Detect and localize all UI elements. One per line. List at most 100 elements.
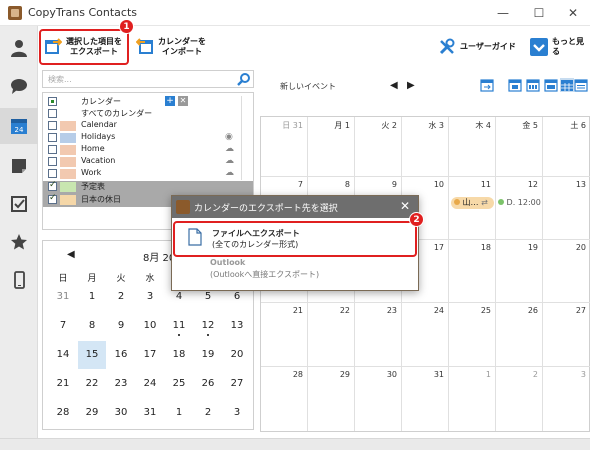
mini-day[interactable]: 24 [136, 373, 164, 395]
list-item-selected[interactable]: 予定表 [43, 180, 253, 194]
mini-day[interactable]: 3 [136, 286, 164, 308]
mini-day[interactable]: 30 [107, 402, 135, 424]
calendar-event[interactable]: 山… ⇄ [451, 197, 494, 209]
mini-day[interactable]: 8 [78, 315, 106, 337]
add-calendar-icon[interactable]: + [165, 96, 175, 106]
day-cell[interactable]: 13 [543, 177, 590, 240]
mini-day[interactable]: 17 [136, 344, 164, 366]
day-cell[interactable]: 21 [261, 303, 308, 367]
prev-period-button[interactable]: ◀ [390, 80, 398, 91]
day-cell[interactable]: 29 [308, 367, 355, 431]
sidebar-item-calendar[interactable]: 24 [0, 108, 38, 144]
mini-day[interactable]: 7 [49, 315, 77, 337]
day-cell[interactable]: 19 [496, 240, 543, 303]
checkbox[interactable] [48, 145, 57, 154]
dialog-close-button[interactable]: ✕ [400, 199, 410, 213]
more-button[interactable]: もっと見る [530, 32, 590, 62]
sidebar-item-favorites[interactable] [0, 224, 38, 260]
workweek-view-icon[interactable] [544, 78, 558, 92]
day-cell[interactable]: 水 3 [402, 117, 449, 177]
day-cell[interactable]: 12 D. 12:00 [496, 177, 543, 240]
day-cell[interactable]: 23 [355, 303, 402, 367]
list-item[interactable]: Home ☁ [43, 144, 253, 156]
mini-day[interactable]: 25 [165, 373, 193, 395]
close-button[interactable]: ✕ [558, 3, 588, 23]
mini-day[interactable]: 31 [136, 402, 164, 424]
next-period-button[interactable]: ▶ [407, 80, 415, 91]
list-item-all[interactable]: すべてのカレンダー [43, 108, 253, 120]
day-cell[interactable]: 30 [355, 367, 402, 431]
mini-day[interactable]: 13 [223, 315, 251, 337]
mini-day[interactable]: 9 [107, 315, 135, 337]
checkbox[interactable] [48, 121, 57, 130]
day-cell[interactable]: 26 [496, 303, 543, 367]
checkbox[interactable] [48, 109, 57, 118]
list-item[interactable]: Calendar [43, 120, 253, 132]
mini-day-with-event[interactable]: 12 [194, 315, 222, 337]
day-cell[interactable]: 3 [543, 367, 590, 431]
mini-day[interactable]: 2 [107, 286, 135, 308]
today-view-icon[interactable] [480, 78, 494, 92]
checkbox[interactable] [48, 133, 57, 142]
user-guide-button[interactable]: ユーザーガイド [438, 32, 516, 62]
calendar-event[interactable]: D. 12:00 [498, 197, 542, 209]
mini-day[interactable]: 26 [194, 373, 222, 395]
search-box[interactable]: 検索... [42, 70, 254, 88]
sidebar-item-contacts[interactable] [0, 30, 38, 66]
list-item[interactable]: Work ☁ [43, 168, 253, 180]
day-cell[interactable]: 11 山… ⇄ [449, 177, 496, 240]
day-cell[interactable]: 日 31 [261, 117, 308, 177]
mini-day[interactable]: 21 [49, 373, 77, 395]
day-cell[interactable]: 31 [402, 367, 449, 431]
mini-day[interactable]: 3 [223, 402, 251, 424]
import-calendar-button[interactable]: カレンダーを インポート [136, 32, 206, 62]
checkbox-checked[interactable] [48, 193, 57, 204]
day-cell[interactable]: 土 6 [543, 117, 590, 177]
day-cell[interactable]: 金 5 [496, 117, 543, 177]
sidebar-item-device[interactable] [0, 262, 38, 298]
day-cell[interactable]: 22 [308, 303, 355, 367]
day-view-icon[interactable] [508, 78, 522, 92]
mini-day[interactable]: 22 [78, 373, 106, 395]
day-cell[interactable]: 火 2 [355, 117, 402, 177]
mini-day[interactable]: 16 [107, 344, 135, 366]
mini-day[interactable]: 10 [136, 315, 164, 337]
search-icon[interactable] [237, 72, 251, 86]
mini-day[interactable]: 29 [78, 402, 106, 424]
minimize-button[interactable]: — [488, 3, 518, 23]
checkbox-checked[interactable] [48, 180, 57, 191]
day-cell[interactable]: 木 4 [449, 117, 496, 177]
mini-day[interactable]: 1 [78, 286, 106, 308]
day-cell[interactable]: 月 1 [308, 117, 355, 177]
day-cell[interactable]: 27 [543, 303, 590, 367]
mini-day[interactable]: 18 [165, 344, 193, 366]
maximize-button[interactable]: ☐ [524, 3, 554, 23]
list-item[interactable]: Holidays ◉ [43, 132, 253, 144]
sidebar-item-messages[interactable] [0, 68, 38, 104]
delete-calendar-icon[interactable]: ✕ [178, 96, 188, 106]
list-item[interactable]: Vacation ☁ [43, 156, 253, 168]
mini-day[interactable]: 14 [49, 344, 77, 366]
mini-day[interactable]: 28 [49, 402, 77, 424]
day-cell[interactable]: 24 [402, 303, 449, 367]
sidebar-item-notes[interactable] [0, 148, 38, 184]
week-view-icon[interactable] [526, 78, 540, 92]
mini-day[interactable]: 2 [194, 402, 222, 424]
month-view-icon[interactable] [560, 78, 574, 92]
day-cell[interactable]: 1 [449, 367, 496, 431]
mini-day[interactable]: 20 [223, 344, 251, 366]
mini-day[interactable]: 1 [165, 402, 193, 424]
day-cell[interactable]: 20 [543, 240, 590, 303]
outlook-option-label[interactable]: Outlook [210, 258, 245, 267]
mini-day-today[interactable]: 15 [78, 341, 106, 369]
checkbox[interactable] [48, 169, 57, 178]
mini-day[interactable]: 19 [194, 344, 222, 366]
day-cell[interactable]: 25 [449, 303, 496, 367]
mini-prev-month-button[interactable]: ◀ [67, 249, 75, 260]
checkbox[interactable] [48, 157, 57, 166]
mini-day-with-event[interactable]: 11 [165, 315, 193, 337]
mini-day[interactable]: 31 [49, 286, 77, 308]
select-all-checkbox[interactable] [48, 97, 57, 106]
day-cell[interactable]: 2 [496, 367, 543, 431]
mini-day[interactable]: 27 [223, 373, 251, 395]
